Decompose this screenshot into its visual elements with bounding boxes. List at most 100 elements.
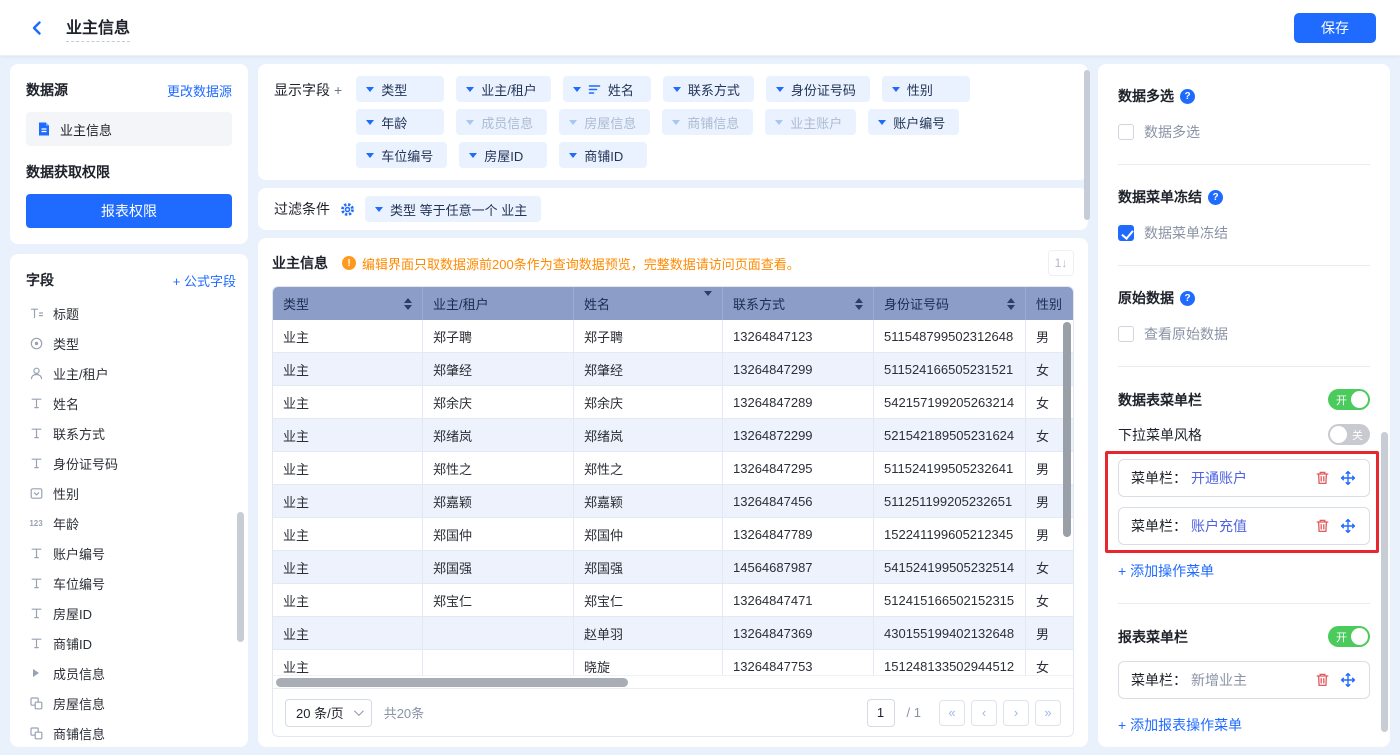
display-field-chip[interactable]: 房屋ID (459, 142, 547, 168)
current-page-input[interactable]: 1 (867, 699, 895, 727)
field-item[interactable]: 房屋ID (26, 598, 236, 628)
filter-card: 过滤条件 类型 等于任意一个 业主 (258, 188, 1088, 230)
field-item[interactable]: 身份证号码 (26, 448, 236, 478)
column-header[interactable]: 性别 (1026, 287, 1073, 320)
table-cell: 业主 (273, 419, 423, 451)
text-icon (28, 636, 44, 651)
text-icon (28, 456, 44, 471)
column-header[interactable]: 业主/租户 (423, 287, 574, 320)
chevron-down-icon (366, 120, 374, 125)
column-header[interactable]: 姓名 (574, 287, 723, 320)
display-field-chip[interactable]: 房屋信息 (559, 109, 650, 135)
help-icon[interactable] (1180, 89, 1195, 104)
menu-bar-item[interactable]: 菜单栏：新增业主 (1118, 661, 1370, 699)
field-item[interactable]: 商铺ID (26, 628, 236, 658)
table-cell: 郑国仲 (574, 518, 723, 550)
change-datasource-link[interactable]: 更改数据源 (167, 81, 232, 100)
move-icon[interactable] (1337, 515, 1359, 537)
display-field-chip[interactable]: 商铺信息 (662, 109, 753, 135)
display-field-chip[interactable]: 账户编号 (868, 109, 959, 135)
filter-condition-chip[interactable]: 类型 等于任意一个 业主 (365, 196, 541, 222)
back-button[interactable] (24, 15, 50, 41)
field-item[interactable]: 成员信息 (26, 658, 236, 688)
add-display-field-button[interactable]: + (334, 82, 342, 98)
table-cell: 郑宝仁 (423, 584, 574, 616)
page-title: 业主信息 (66, 14, 130, 42)
field-item-label: 年龄 (53, 514, 79, 533)
field-item-label: 性别 (53, 484, 79, 503)
datasource-item[interactable]: 业主信息 (26, 112, 232, 146)
field-item[interactable]: 房屋信息 (26, 688, 236, 718)
field-item[interactable]: 123年龄 (26, 508, 236, 538)
move-icon[interactable] (1337, 467, 1359, 489)
menu-bar-item[interactable]: 菜单栏：账户充值 (1118, 507, 1370, 545)
table-vertical-scrollbar[interactable] (1063, 322, 1071, 537)
table-cell: 13264872299 (723, 419, 874, 451)
fields-scrollbar[interactable] (237, 512, 244, 642)
menu-freeze-checkbox[interactable] (1118, 225, 1134, 241)
menu-bar-item-value: 新增业主 (1191, 670, 1247, 690)
display-field-chip[interactable]: 业主/租户 (456, 76, 551, 102)
help-icon[interactable] (1208, 190, 1223, 205)
table-horizontal-scrollbar[interactable] (273, 675, 1073, 688)
add-action-menu-link[interactable]: + 添加操作菜单 (1118, 561, 1370, 581)
prev-page-button[interactable]: ‹ (971, 700, 997, 726)
display-field-chip[interactable]: 商铺ID (559, 142, 647, 168)
field-item[interactable]: 标题 (26, 298, 236, 328)
table-cell: 13264847369 (723, 617, 874, 649)
display-field-chip[interactable]: 类型 (356, 76, 444, 102)
display-field-chip[interactable]: 成员信息 (456, 109, 547, 135)
field-item[interactable]: 性别 (26, 478, 236, 508)
field-item-label: 房屋ID (53, 604, 92, 623)
display-field-chip[interactable]: 业主账户 (765, 109, 856, 135)
last-page-button[interactable]: » (1035, 700, 1061, 726)
trash-icon[interactable] (1311, 467, 1333, 489)
trash-icon[interactable] (1311, 515, 1333, 537)
move-icon[interactable] (1337, 669, 1359, 691)
chip-row: 车位编号房屋ID 商铺ID (356, 142, 970, 168)
raw-data-checkbox[interactable] (1118, 326, 1134, 342)
add-formula-field-link[interactable]: + 公式字段 (173, 271, 236, 290)
chevron-down-icon (672, 120, 680, 125)
table-row: 业主赵单羽13264847369430155199402132648男 (273, 617, 1073, 650)
dropdown-style-toggle[interactable]: 关 (1328, 424, 1370, 445)
display-field-chip[interactable]: 身份证号码 (766, 76, 870, 102)
field-item[interactable]: 姓名 (26, 388, 236, 418)
table-row: 业主郑肇经郑肇经13264847299511524166505231521女 (273, 353, 1073, 386)
column-header[interactable]: 联系方式 (723, 287, 874, 320)
trash-icon[interactable] (1311, 669, 1333, 691)
field-item[interactable]: 车位编号 (26, 568, 236, 598)
report-menu-toggle[interactable]: 开 (1328, 626, 1370, 647)
first-page-button[interactable]: « (939, 700, 965, 726)
display-field-chip[interactable]: 姓名 (563, 76, 651, 102)
table-menu-toggle[interactable]: 开 (1328, 389, 1370, 410)
field-item[interactable]: 类型 (26, 328, 236, 358)
help-icon[interactable] (1180, 291, 1195, 306)
report-permission-button[interactable]: 报表权限 (26, 194, 232, 228)
field-item[interactable]: 联系方式 (26, 418, 236, 448)
field-item[interactable]: 商铺信息 (26, 718, 236, 747)
save-button[interactable]: 保存 (1294, 13, 1376, 43)
menu-bar-item[interactable]: 菜单栏：开通账户 (1118, 459, 1370, 497)
table-body: 业主郑子聘郑子聘13264847123511548799502312648男业主… (273, 320, 1073, 675)
table-row: 业主晓旋13264847753151248133502944512女 (273, 650, 1073, 675)
sort-order-icon[interactable]: 1↓ (1048, 250, 1074, 276)
display-field-chip[interactable]: 车位编号 (356, 142, 447, 168)
table-cell: 男 (1026, 617, 1073, 649)
warning-icon: ! (342, 256, 356, 270)
table-cell: 郑宝仁 (574, 584, 723, 616)
field-item[interactable]: 业主/租户 (26, 358, 236, 388)
add-report-menu-link[interactable]: + 添加报表操作菜单 (1118, 715, 1370, 735)
panel-scrollbar[interactable] (1084, 70, 1090, 220)
next-page-button[interactable]: › (1003, 700, 1029, 726)
column-header[interactable]: 类型 (273, 287, 423, 320)
settings-scrollbar[interactable] (1381, 432, 1388, 732)
gear-icon[interactable] (340, 202, 355, 217)
multi-select-checkbox[interactable] (1118, 124, 1134, 140)
field-item[interactable]: 账户编号 (26, 538, 236, 568)
display-field-chip[interactable]: 性别 (882, 76, 970, 102)
page-size-select[interactable]: 20 条/页 (285, 699, 372, 727)
column-header[interactable]: 身份证号码 (874, 287, 1026, 320)
display-field-chip[interactable]: 联系方式 (663, 76, 754, 102)
display-field-chip[interactable]: 年龄 (356, 109, 444, 135)
